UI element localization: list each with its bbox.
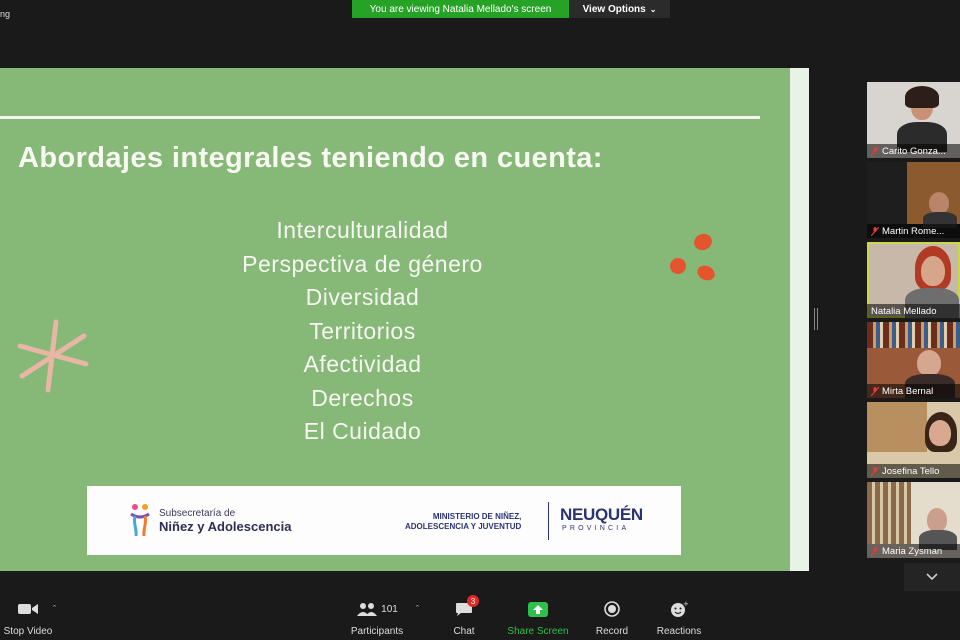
- reactions-icon: +: [670, 598, 688, 620]
- slide-item: Diversidad: [305, 284, 420, 310]
- shared-screen-slide: Abordajes integrales teniendo en cuenta:…: [0, 68, 790, 571]
- reactions-label: Reactions: [656, 626, 702, 637]
- chevron-down-icon: [926, 573, 938, 581]
- participants-button[interactable]: 101 Participants: [348, 598, 406, 638]
- participant-tile[interactable]: Josefina Tello: [867, 402, 960, 478]
- participant-video: [867, 402, 927, 452]
- chevron-up-icon[interactable]: ˆ: [416, 604, 419, 614]
- participant-hair: [905, 86, 939, 108]
- subsecretaria-logo-icon: [130, 504, 150, 537]
- participant-name: Natalia Mellado: [871, 305, 937, 317]
- participants-label: Participants: [350, 626, 404, 637]
- neuquen-logo: NEUQUÉN: [560, 505, 643, 524]
- participant-video: [921, 256, 945, 286]
- ministerio-label: MINISTERIO DE NIÑEZ, ADOLESCENCIA Y JUVE…: [405, 512, 521, 532]
- chevron-up-icon[interactable]: ˆ: [53, 604, 56, 614]
- participant-tile[interactable]: Martin Rome...: [867, 162, 960, 238]
- record-icon: [604, 598, 620, 620]
- stop-video-label: Stop Video: [3, 626, 53, 637]
- participant-name-bar: Mirta Bernal: [867, 384, 960, 398]
- panel-resize-handle[interactable]: [814, 308, 818, 330]
- participant-name-bar: Maria Zysman: [867, 544, 960, 558]
- chat-label: Chat: [453, 626, 475, 637]
- subsecretaria-line1: Subsecretaría de: [159, 508, 236, 519]
- participant-name-bar: Josefina Tello: [867, 464, 960, 478]
- record-label: Record: [595, 626, 629, 637]
- slide-item: Afectividad: [303, 351, 422, 377]
- participant-name: Mirta Bernal: [882, 385, 934, 397]
- view-options-label: View Options: [582, 3, 646, 15]
- video-camera-icon: [17, 598, 39, 620]
- slide-item: El Cuidado: [303, 418, 422, 444]
- participant-tile[interactable]: Maria Zysman: [867, 482, 960, 558]
- share-screen-icon: [528, 598, 548, 620]
- reactions-button[interactable]: + Reactions: [655, 598, 703, 638]
- mic-muted-icon: [871, 466, 879, 476]
- share-screen-label: Share Screen: [507, 626, 569, 637]
- slide-edge: [790, 68, 809, 571]
- participant-tile-active-speaker[interactable]: Natalia Mellado: [867, 242, 960, 318]
- share-screen-button[interactable]: Share Screen: [507, 598, 569, 638]
- asterisk-decoration-icon: [17, 319, 89, 393]
- participant-tile[interactable]: Carito Gonza...: [867, 82, 960, 158]
- participant-face: [917, 350, 941, 376]
- view-options-button[interactable]: View Options ⌄: [569, 0, 670, 18]
- participant-face: [929, 420, 951, 446]
- participants-icon: 101: [356, 598, 398, 620]
- slide-item-list: Interculturalidad Perspectiva de género …: [195, 214, 530, 449]
- participant-name: Josefina Tello: [882, 465, 940, 477]
- ministerio-line1: MINISTERIO DE NIÑEZ,: [432, 512, 522, 521]
- gallery-next-page-button[interactable]: [904, 563, 960, 591]
- participant-name-bar: Natalia Mellado: [867, 304, 960, 318]
- provincia-label: PROVINCIA: [562, 525, 630, 532]
- dots-decoration-icon: [670, 233, 715, 281]
- subsecretaria-line2: Niñez y Adolescencia: [159, 519, 292, 534]
- participant-video: [867, 482, 911, 544]
- meeting-toolbar: Stop Video ˆ 101 Participants ˆ 3 Chat S…: [0, 592, 960, 640]
- logo-divider: [548, 502, 549, 540]
- participant-name-bar: Martin Rome...: [867, 224, 960, 238]
- participant-face: [929, 192, 949, 214]
- participant-name: Martin Rome...: [882, 225, 945, 237]
- slide-divider-line: [0, 116, 760, 119]
- chat-button[interactable]: 3 Chat: [449, 595, 479, 638]
- mic-muted-icon: [871, 146, 879, 156]
- chat-unread-badge: 3: [467, 595, 479, 607]
- slide-item: Derechos: [311, 384, 414, 411]
- chevron-down-icon: ⌄: [649, 4, 657, 14]
- mic-muted-icon: [871, 386, 879, 396]
- participant-name: Carito Gonza...: [882, 145, 946, 157]
- ministerio-line2: ADOLESCENCIA Y JUVENTUD: [405, 522, 522, 531]
- participant-tile[interactable]: Mirta Bernal: [867, 322, 960, 398]
- chat-icon: 3: [455, 595, 479, 620]
- viewing-screen-banner: You are viewing Natalia Mellado's screen: [352, 0, 569, 18]
- participant-face: [927, 508, 947, 532]
- participants-count: 101: [381, 603, 398, 615]
- mic-muted-icon: [871, 546, 879, 556]
- slide-item: Perspectiva de género: [242, 250, 483, 277]
- participant-name: Maria Zysman: [882, 545, 943, 557]
- window-title-fragment: ng: [0, 9, 11, 19]
- record-button[interactable]: Record: [594, 598, 630, 638]
- stop-video-button[interactable]: Stop Video: [2, 598, 54, 638]
- slide-item: Territorios: [309, 317, 416, 344]
- participant-video: [867, 322, 960, 348]
- svg-text:+: +: [683, 601, 688, 608]
- mic-muted-icon: [871, 226, 879, 236]
- institutional-logo-bar: Subsecretaría de Niñez y Adolescencia MI…: [87, 486, 681, 555]
- participant-gallery: Carito Gonza... Martin Rome... Natalia M…: [867, 82, 960, 562]
- slide-item: Interculturalidad: [276, 217, 449, 243]
- slide-title: Abordajes integrales teniendo en cuenta:: [18, 142, 603, 174]
- zoom-meeting-window: ng You are viewing Natalia Mellado's scr…: [0, 0, 960, 640]
- participant-name-bar: Carito Gonza...: [867, 144, 960, 158]
